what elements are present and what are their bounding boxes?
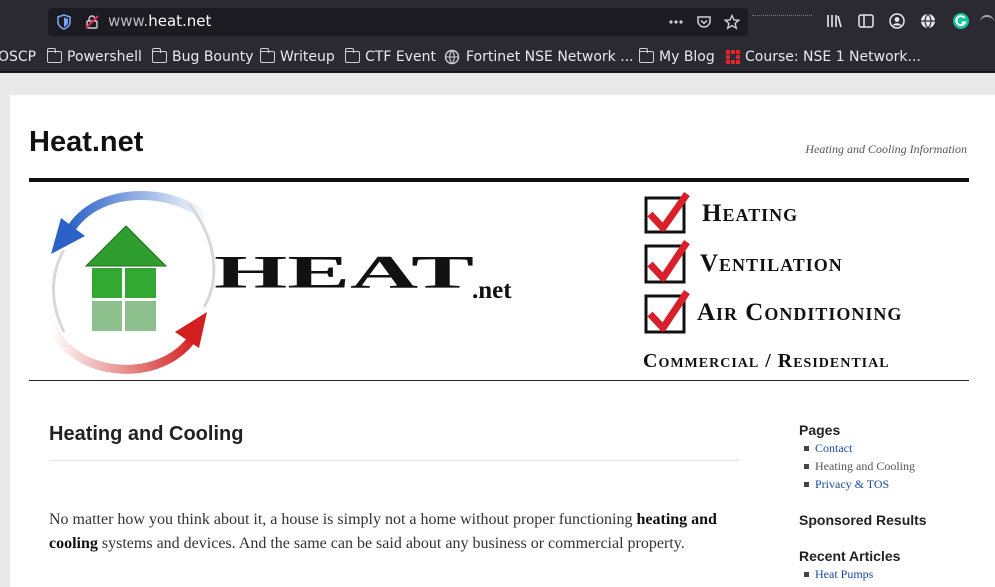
check-heating bbox=[644, 191, 690, 234]
bookmark-ctf-event[interactable]: CTF Event bbox=[344, 48, 436, 65]
url-domain: heat.net bbox=[148, 12, 212, 30]
logo-net-text: .net bbox=[472, 277, 512, 304]
post-body-end: systems and devices. And the same can be… bbox=[97, 535, 685, 552]
bookmark-label: Fortinet NSE Network ... bbox=[466, 49, 634, 65]
folder-icon bbox=[46, 48, 62, 63]
more-actions-icon[interactable] bbox=[668, 14, 684, 30]
post-divider bbox=[49, 460, 739, 461]
pocket-icon[interactable] bbox=[696, 14, 712, 30]
bookmark-label: Bug Bounty bbox=[172, 49, 254, 65]
url-bar[interactable]: www.heat.net bbox=[48, 8, 748, 36]
browser-toolbar: www.heat.net bbox=[0, 0, 995, 44]
bookmark-bug-bounty[interactable]: Bug Bounty bbox=[151, 48, 254, 65]
post-title[interactable]: Heating and Cooling bbox=[49, 423, 243, 446]
banner-label-ventilation: Ventilation bbox=[700, 250, 843, 277]
toolbar-spacer bbox=[752, 15, 812, 17]
globe-icon bbox=[444, 49, 460, 65]
header-banner[interactable]: HEAT .net Heating Ventilation Air Condit… bbox=[29, 182, 969, 380]
bookmark-label: OSCP bbox=[0, 49, 37, 65]
folder-icon bbox=[151, 48, 167, 63]
post-body-start: No matter how you think about it, a hous… bbox=[49, 511, 637, 528]
site-tagline: Heating and Cooling Information bbox=[805, 142, 967, 156]
bookmark-star-icon[interactable] bbox=[724, 14, 740, 30]
sidebar-recent-heading: Recent Articles bbox=[799, 548, 901, 564]
banner-label-commercial-residential: Commercial / Residential bbox=[643, 350, 890, 372]
bookmark-course-nse[interactable]: Course: NSE 1 Network... bbox=[726, 49, 921, 65]
sidebar-toggle-icon[interactable] bbox=[857, 12, 875, 30]
grammarly-icon[interactable] bbox=[952, 12, 970, 30]
check-ventilation bbox=[644, 240, 690, 284]
bookmark-writeup[interactable]: Writeup bbox=[259, 48, 335, 65]
logo-heat-text: HEAT bbox=[214, 246, 474, 298]
banner-label-air-conditioning: Air Conditioning bbox=[697, 299, 903, 326]
sidebar-link-privacy-tos[interactable]: Privacy & TOS bbox=[804, 477, 889, 492]
url-text[interactable]: www.heat.net bbox=[108, 12, 211, 30]
site-title[interactable]: Heat.net bbox=[29, 126, 143, 159]
folder-icon bbox=[638, 48, 654, 63]
toolbar-overflow[interactable] bbox=[980, 15, 994, 23]
sidebar-pages-heading: Pages bbox=[799, 422, 841, 438]
globe-extension-icon[interactable] bbox=[919, 12, 937, 30]
insecure-lock-icon[interactable] bbox=[84, 14, 100, 30]
bookmark-my-blog[interactable]: My Blog bbox=[638, 48, 715, 65]
sidebar-sponsored-heading: Sponsored Results bbox=[799, 512, 927, 528]
banner-label-heating: Heating bbox=[702, 200, 799, 227]
check-air-conditioning bbox=[644, 290, 690, 334]
account-icon[interactable] bbox=[888, 12, 906, 30]
url-prefix: www. bbox=[108, 12, 149, 30]
red-arrow-head bbox=[175, 312, 207, 348]
house-roof bbox=[84, 225, 168, 267]
bookmark-label: My Blog bbox=[659, 49, 715, 65]
bookmark-label: Powershell bbox=[67, 49, 142, 65]
library-icon[interactable] bbox=[825, 12, 843, 30]
bookmark-powershell[interactable]: Powershell bbox=[46, 48, 142, 65]
shield-icon[interactable] bbox=[56, 14, 72, 30]
red-arrow-arc bbox=[46, 320, 202, 374]
bookmark-oscp[interactable]: OSCP bbox=[0, 49, 36, 65]
sidebar-link-heat-pumps[interactable]: Heat Pumps bbox=[804, 567, 873, 582]
bookmark-label: Writeup bbox=[280, 49, 335, 65]
post-body: No matter how you think about it, a hous… bbox=[49, 508, 729, 556]
bookmark-label: Course: NSE 1 Network... bbox=[745, 49, 921, 65]
bookmark-label: CTF Event bbox=[365, 49, 436, 65]
fortinet-icon bbox=[726, 50, 740, 64]
bookmarks-bar: OSCP Powershell Bug Bounty Writeup CTF E… bbox=[0, 44, 995, 72]
folder-icon bbox=[259, 48, 275, 63]
folder-icon bbox=[344, 48, 360, 63]
blue-arrow-arc bbox=[65, 191, 213, 235]
sidebar-link-heating-cooling[interactable]: Heating and Cooling bbox=[804, 459, 915, 474]
bookmark-fortinet[interactable]: Fortinet NSE Network ... bbox=[444, 49, 634, 65]
banner-divider bbox=[29, 380, 969, 381]
sidebar-link-contact[interactable]: Contact bbox=[804, 441, 852, 456]
